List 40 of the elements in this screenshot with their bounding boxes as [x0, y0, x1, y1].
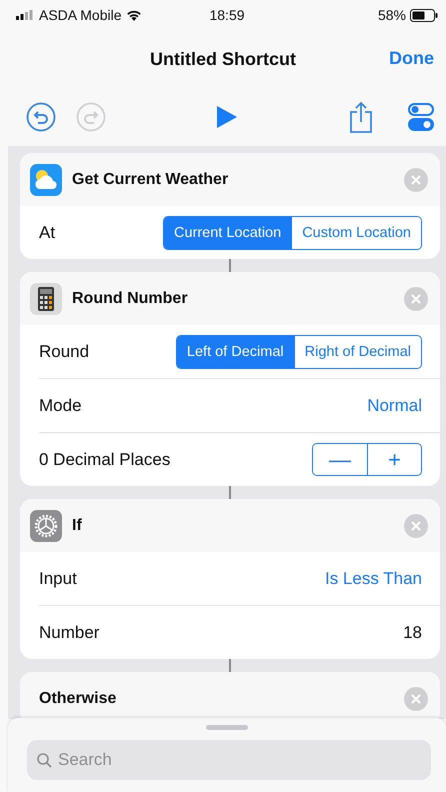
signal-icon	[16, 10, 34, 20]
segment-option[interactable]: Right of Decimal	[294, 336, 421, 368]
close-icon[interactable]	[404, 168, 428, 192]
calculator-icon	[30, 282, 62, 314]
battery-percent: 58%	[378, 7, 406, 23]
parameter-value[interactable]: Is Less Than	[324, 568, 422, 588]
shortcut-title: Untitled Shortcut	[150, 48, 296, 70]
weather-icon	[30, 164, 62, 196]
action-title: Otherwise	[38, 690, 118, 708]
undo-icon[interactable]	[26, 102, 56, 132]
close-icon[interactable]	[404, 686, 428, 710]
segment-option[interactable]: Custom Location	[291, 216, 421, 248]
close-icon[interactable]	[404, 286, 428, 310]
wifi-icon	[126, 9, 142, 21]
parameter-label: Number	[39, 622, 100, 642]
action-title: Round Number	[72, 290, 189, 308]
parameter-label: Input	[39, 568, 78, 588]
done-button[interactable]: Done	[389, 48, 434, 69]
segment-option[interactable]: Left of Decimal	[176, 336, 294, 368]
play-icon[interactable]	[216, 105, 238, 129]
action-title: Get Current Weather	[72, 170, 230, 188]
parameter-label: Mode	[39, 396, 83, 416]
parameter-label: Round	[39, 342, 90, 362]
share-icon[interactable]	[348, 101, 374, 133]
battery-icon	[410, 8, 438, 22]
action-title: If	[72, 516, 83, 534]
settings-toggle-icon[interactable]	[408, 102, 434, 132]
search-field[interactable]: Search	[27, 740, 431, 780]
segment-option[interactable]: Current Location	[164, 216, 292, 248]
parameter-label: 0 Decimal Places	[39, 450, 172, 470]
search-icon	[37, 753, 52, 768]
increment-button[interactable]: +	[367, 444, 421, 475]
carrier-name: ASDA Mobile	[39, 7, 122, 23]
gear-icon	[30, 510, 62, 542]
parameter-label: At	[39, 222, 56, 242]
close-icon[interactable]	[404, 514, 428, 538]
parameter-value[interactable]: 18	[403, 622, 422, 642]
parameter-value[interactable]: Normal	[367, 396, 422, 416]
drag-handle[interactable]	[206, 725, 248, 730]
clock-time: 18:59	[209, 7, 245, 23]
